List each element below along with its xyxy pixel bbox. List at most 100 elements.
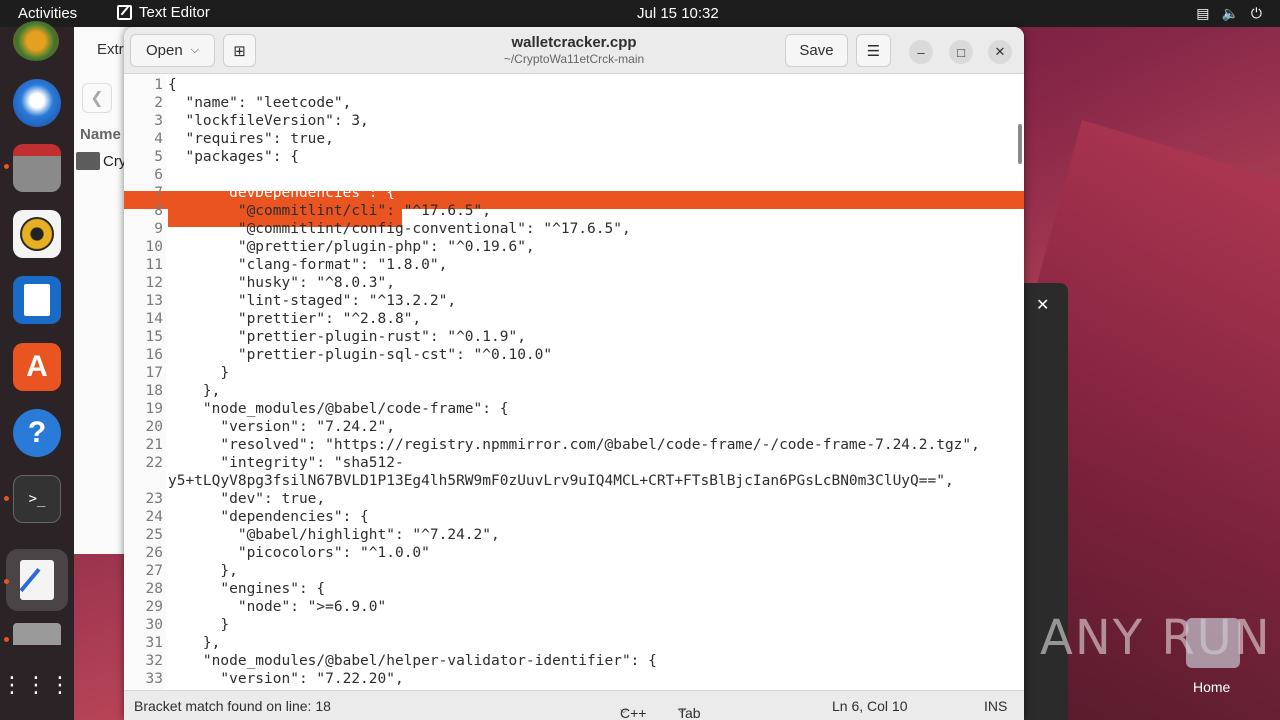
save-button[interactable]: Save (785, 34, 848, 67)
home-folder-icon[interactable] (1186, 618, 1240, 668)
code-line[interactable]: 6 "": { (124, 166, 1024, 184)
network-icon: ▤ (1196, 5, 1210, 21)
code-line[interactable]: 18 }, (124, 382, 1024, 400)
line-number: 25 (145, 527, 163, 543)
system-tray[interactable]: ▤ 🔈 ⏻ (1196, 5, 1262, 22)
code-text: "version": "7.22.20", (168, 671, 404, 687)
line-number: 24 (145, 509, 163, 525)
vertical-scrollbar[interactable] (1018, 124, 1022, 164)
code-line[interactable]: 10 "@prettier/plugin-php": "^0.19.6", (124, 238, 1024, 256)
maximize-icon: □ (957, 44, 965, 60)
insert-mode[interactable]: INS (984, 698, 1007, 714)
chevron-down-icon: ⌵ (620, 705, 628, 716)
code-line[interactable]: 23 "dev": true, (124, 490, 1024, 508)
text-editor-dock-icon[interactable] (6, 549, 68, 611)
line-number: 11 (145, 257, 163, 273)
chrome-icon[interactable] (13, 21, 59, 61)
line-number: 12 (145, 275, 163, 291)
code-line[interactable]: y5+tLQyV8pg3fsilN67BVLD1P13Eg4lh5RW9mF0z… (124, 472, 1024, 490)
code-line[interactable]: 20 "version": "7.24.2", (124, 418, 1024, 436)
code-line[interactable]: 5 "packages": { (124, 148, 1024, 166)
code-line[interactable]: 3 "lockfileVersion": 3, (124, 112, 1024, 130)
code-text: "dev": true, (168, 491, 326, 507)
main-menu-button[interactable]: ☰ (856, 34, 891, 67)
code-text: "@babel/highlight": "^7.24.2", (168, 527, 500, 543)
running-indicator (4, 637, 9, 642)
code-line[interactable]: 33 "version": "7.22.20", (124, 670, 1024, 688)
code-line[interactable]: 9 "@commitlint/config-conventional": "^1… (124, 220, 1024, 238)
code-line[interactable]: 29 "node": ">=6.9.0" (124, 598, 1024, 616)
line-number: 7 (154, 185, 163, 201)
activities-button[interactable]: Activities (18, 5, 77, 22)
files-icon[interactable] (13, 144, 61, 192)
code-line[interactable]: 25 "@babel/highlight": "^7.24.2", (124, 526, 1024, 544)
code-line[interactable]: 7 "devDependencies": { (124, 184, 1024, 202)
code-view[interactable]: 1{2 "name": "leetcode", 3 "lockfileVersio… (124, 74, 1024, 690)
code-text: { (168, 77, 177, 93)
line-number: 2 (154, 95, 163, 111)
archive-icon[interactable] (13, 623, 61, 645)
clock[interactable]: Jul 15 10:32 (637, 5, 719, 22)
volume-icon: 🔈 (1221, 5, 1239, 21)
document-path: ~/CryptoWa11etCrck-main (503, 52, 645, 66)
code-line[interactable]: 13 "lint-staged": "^13.2.2", (124, 292, 1024, 310)
code-line[interactable]: 4 "requires": true, (124, 130, 1024, 148)
terminal-icon[interactable]: >_ (13, 475, 61, 523)
code-line[interactable]: 30 } (124, 616, 1024, 634)
app-center-icon[interactable]: A (13, 343, 61, 391)
text-editor-icon (117, 5, 132, 20)
code-text: "lockfileVersion": 3, (168, 113, 369, 129)
maximize-button[interactable]: □ (949, 40, 973, 64)
new-document-icon: ⊞ (233, 42, 246, 60)
code-text: "node_modules/@babel/code-frame": { (168, 401, 509, 417)
code-line[interactable]: 2 "name": "leetcode", (124, 94, 1024, 112)
code-line[interactable]: 12 "husky": "^8.0.3", (124, 274, 1024, 292)
file-manager-tab[interactable]: Extr (97, 41, 124, 58)
code-line[interactable]: 16 "prettier-plugin-sql-cst": "^0.10.0" (124, 346, 1024, 364)
writer-icon[interactable] (13, 276, 61, 324)
text-editor-window: Open ⌵ ⊞ walletcracker.cpp ~/CryptoWa11e… (124, 27, 1024, 720)
back-button[interactable]: ❮ (82, 83, 112, 113)
code-line[interactable]: 19 "node_modules/@babel/code-frame": { (124, 400, 1024, 418)
code-line[interactable]: 17 } (124, 364, 1024, 382)
code-line[interactable]: 8 "@commitlint/cli": "^17.6.5", (124, 202, 1024, 220)
app-menu[interactable]: Text Editor (117, 4, 210, 21)
code-line[interactable]: 1{ (124, 76, 1024, 94)
minimize-button[interactable]: – (909, 40, 933, 64)
code-text: "name": "leetcode", (168, 95, 352, 111)
code-line[interactable]: 14 "prettier": "^2.8.8", (124, 310, 1024, 328)
code-line[interactable]: 32 "node_modules/@babel/helper-validator… (124, 652, 1024, 670)
code-line[interactable]: 15 "prettier-plugin-rust": "^0.1.9", (124, 328, 1024, 346)
code-text: "prettier-plugin-sql-cst": "^0.10.0" (168, 347, 553, 363)
code-text: } (168, 617, 230, 633)
code-line[interactable]: 11 "clang-format": "1.8.0", (124, 256, 1024, 274)
code-line[interactable]: 26 "picocolors": "^1.0.0" (124, 544, 1024, 562)
code-line[interactable]: 31 }, (124, 634, 1024, 652)
code-line[interactable]: 22 "integrity": "sha512- (124, 454, 1024, 472)
folder-item[interactable]: Cry (76, 152, 126, 170)
code-line[interactable]: 27 }, (124, 562, 1024, 580)
line-number: 6 (154, 167, 163, 183)
close-icon[interactable]: ✕ (1036, 295, 1049, 315)
title-area: walletcracker.cpp ~/CryptoWa11etCrck-mai… (424, 34, 724, 66)
code-text: "prettier": "^2.8.8", (168, 311, 422, 327)
rhythmbox-icon[interactable] (13, 210, 61, 258)
code-text: "@prettier/plugin-php": "^0.19.6", (168, 239, 535, 255)
code-line[interactable]: 24 "dependencies": { (124, 508, 1024, 526)
name-column-header[interactable]: Name (80, 126, 121, 143)
line-number: 3 (154, 113, 163, 129)
app-name: Text Editor (139, 4, 210, 21)
line-number: 16 (145, 347, 163, 363)
line-number: 13 (145, 293, 163, 309)
new-tab-button[interactable]: ⊞ (223, 34, 256, 67)
help-icon[interactable]: ? (13, 409, 61, 457)
close-button[interactable]: ✕ (988, 40, 1012, 64)
show-apps-icon[interactable]: ⋮⋮⋮ (1, 661, 71, 709)
thunderbird-icon[interactable] (13, 79, 61, 127)
open-label: Open (145, 42, 183, 59)
code-line[interactable]: 28 "engines": { (124, 580, 1024, 598)
line-number: 8 (154, 203, 163, 219)
open-button[interactable]: Open ⌵ (130, 34, 215, 67)
hamburger-icon: ☰ (866, 42, 881, 60)
code-line[interactable]: 21 "resolved": "https://registry.npmmirr… (124, 436, 1024, 454)
